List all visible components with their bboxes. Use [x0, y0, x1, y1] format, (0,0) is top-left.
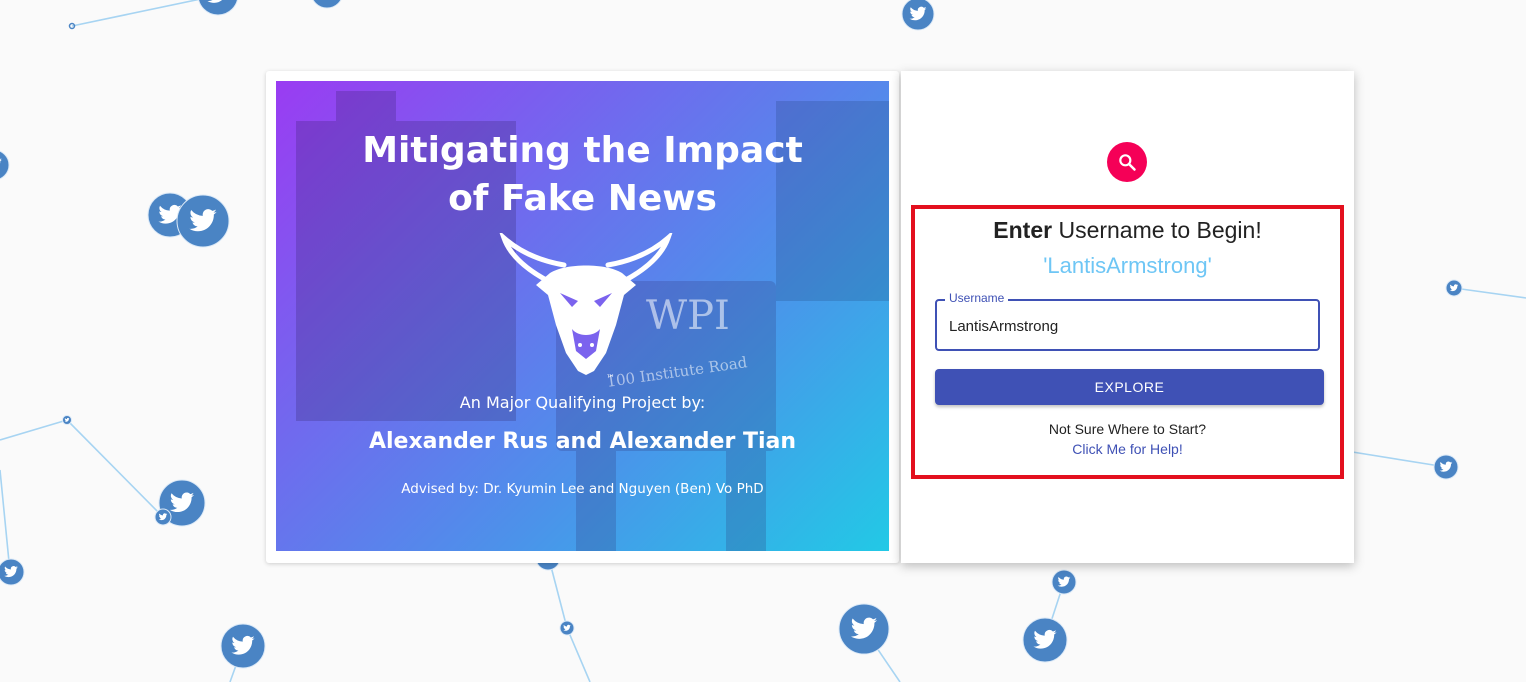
username-field[interactable]: Username	[935, 291, 1320, 351]
login-heading-rest: Username to Begin!	[1052, 217, 1262, 243]
project-title-line1: Mitigating the Impact	[362, 130, 803, 171]
goat-logo: ™	[499, 233, 673, 383]
login-card: Enter Username to Begin! 'LantisArmstron…	[901, 71, 1354, 563]
trademark-symbol: ™	[606, 374, 615, 383]
twitter-bird-icon	[312, 0, 342, 9]
twitter-bird-icon	[176, 194, 230, 248]
username-field-label: Username	[945, 291, 1009, 305]
help-link-container: Click Me for Help!	[915, 441, 1340, 457]
magnifier-glyph	[1119, 154, 1136, 171]
twitter-bird-icon	[1051, 569, 1077, 595]
login-heading: Enter Username to Begin!	[915, 217, 1340, 244]
project-advisors: Advised by: Dr. Kyumin Lee and Nguyen (B…	[401, 481, 764, 497]
search-icon	[1107, 142, 1147, 182]
twitter-bird-icon	[1022, 617, 1068, 663]
login-heading-bold: Enter	[993, 217, 1053, 243]
project-authors: Alexander Rus and Alexander Tian	[368, 429, 797, 454]
twitter-bird-icon	[838, 603, 890, 655]
twitter-bird-icon	[154, 508, 172, 526]
twitter-bird-icon	[1433, 454, 1459, 480]
explore-button[interactable]: EXPLORE	[935, 369, 1324, 405]
banner-card: WPI 100 Institute Road Mitigating the Im…	[266, 71, 899, 563]
twitter-bird-icon	[0, 558, 25, 586]
help-question: Not Sure Where to Start?	[1048, 421, 1207, 437]
username-input[interactable]	[949, 315, 1299, 337]
twitter-bird-icon	[198, 0, 238, 16]
login-form-highlight: Enter Username to Begin! 'LantisArmstron…	[911, 205, 1344, 479]
project-title: Mitigating the Impact of Fake News	[276, 127, 889, 223]
twitter-bird-icon	[901, 0, 935, 31]
twitter-bird-icon	[220, 623, 266, 669]
twitter-bird-icon	[0, 150, 10, 180]
project-banner: WPI 100 Institute Road Mitigating the Im…	[276, 81, 889, 551]
twitter-bird-icon	[1445, 279, 1463, 297]
help-link[interactable]: Click Me for Help!	[1072, 441, 1182, 457]
project-subtitle: An Major Qualifying Project by:	[459, 393, 706, 412]
twitter-bird-icon	[559, 620, 575, 636]
project-title-line2: of Fake News	[448, 178, 717, 219]
twitter-bird-icon	[62, 415, 72, 425]
current-username-display: 'LantisArmstrong'	[1043, 253, 1212, 278]
